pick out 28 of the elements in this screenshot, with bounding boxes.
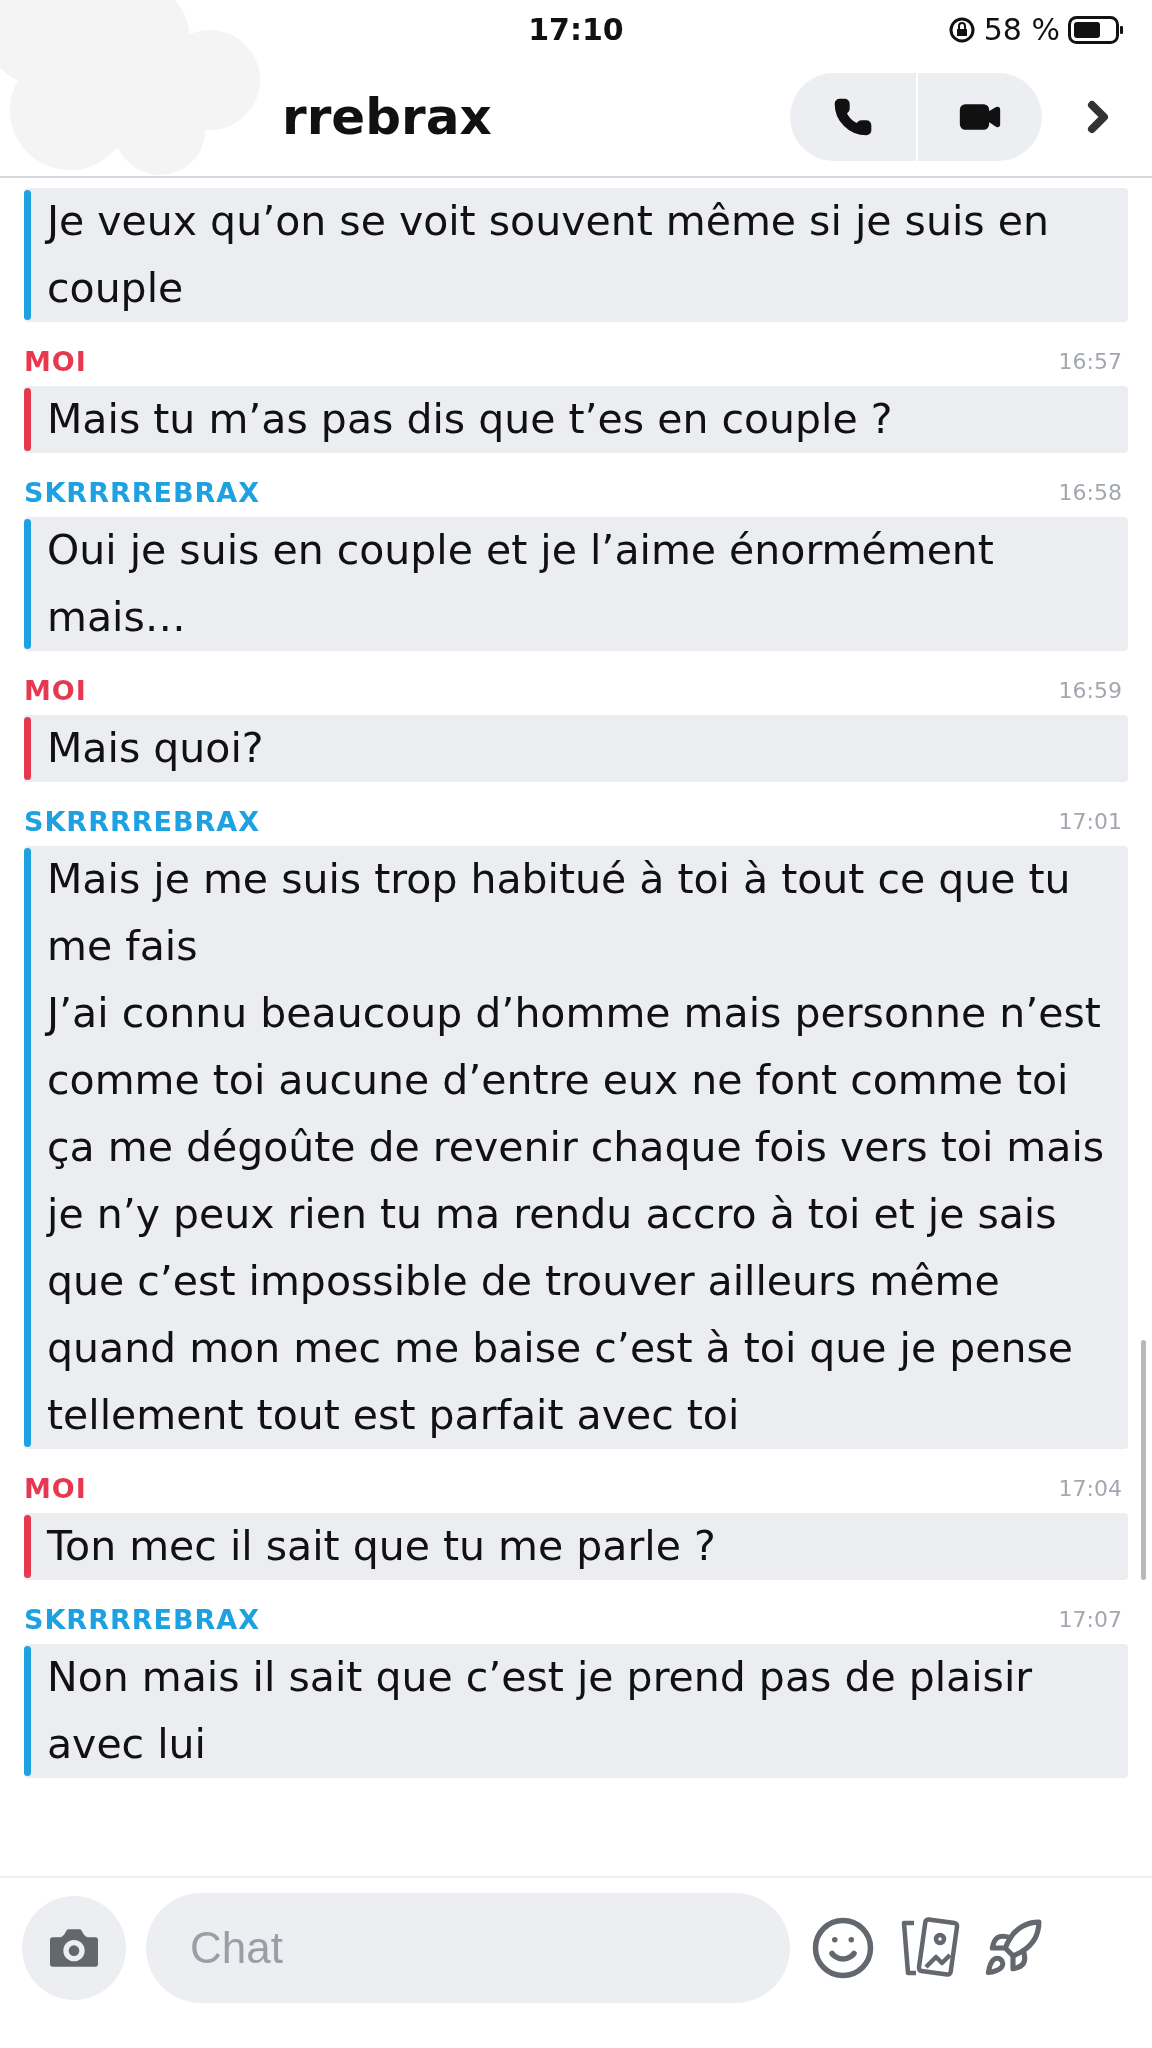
chat-field[interactable]: Chat (146, 1893, 790, 2003)
message-text: Non mais il sait que c’est je prend pas de plaisir avec lui (46, 1652, 1034, 1770)
sender-name: SKRRRREBRAX (24, 1603, 261, 1635)
contact-name: rrebrax (282, 88, 493, 146)
sender-name: MOI (24, 674, 87, 706)
message-time: 17:04 (1058, 1475, 1122, 1501)
battery-percent: 58 % (983, 12, 1060, 47)
message-time: 16:59 (1058, 677, 1122, 703)
message-time: 16:58 (1058, 479, 1122, 505)
sender-name: MOI (24, 345, 87, 377)
message-text: Oui je suis en couple et je l’aime énormément mais… (46, 525, 995, 643)
phone-icon (833, 97, 873, 137)
rotation-lock-icon (947, 15, 976, 44)
message-time: 17:07 (1058, 1606, 1122, 1632)
smiley-icon[interactable] (810, 1915, 876, 1981)
message-text: Ton mec il sait que tu me parle ? (46, 1521, 717, 1572)
message-text: Mais quoi? (46, 723, 265, 774)
message-time: 17:01 (1058, 808, 1122, 834)
message-text: Mais je me suis trop habitué à toi à tout ce que tu me fais J’ai connu beaucoup d’homme mais personne n’est comme toi aucune d’entre eux ne font comme toi ça me dégoûte de revenir chaque fois vers toi mais je n’y peux rien tu ma rendu accro à toi et je sais que c’est impossible de trouver ailleurs même quand mon mec me baise c’est à toi que je pense tellement tout est parfait avec toi (44, 854, 1106, 1441)
battery-icon (1068, 15, 1124, 44)
message-text: Je veux qu’on se voit souvent même si je suis en couple (44, 196, 1050, 314)
sender-name: SKRRRREBRAX (24, 805, 261, 837)
sender-name: MOI (24, 1472, 87, 1504)
sender-name: SKRRRREBRAX (24, 476, 261, 508)
message-text: Mais tu m’as pas dis que t’es en couple ? (46, 394, 894, 445)
status-time: 17:10 (528, 11, 624, 47)
message-time: 16:57 (1058, 348, 1122, 374)
chat-input[interactable]: Chat (188, 1922, 767, 1974)
